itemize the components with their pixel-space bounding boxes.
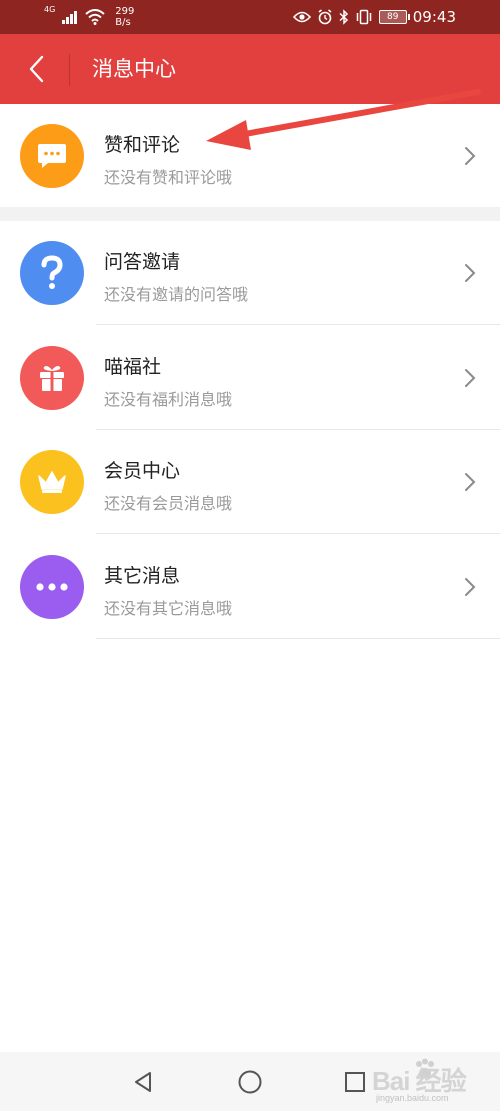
alarm-icon: [318, 9, 332, 25]
speed-unit: B/s: [115, 17, 131, 28]
item-title: 会员中心: [104, 460, 181, 482]
crown-icon: [20, 450, 84, 514]
status-right: 89 09:43: [292, 0, 456, 34]
chevron-right-icon: [465, 147, 476, 165]
question-mark-icon: [20, 241, 84, 305]
item-title: 问答邀请: [104, 251, 181, 273]
chevron-right-icon: [465, 578, 476, 596]
speed-value: 299: [115, 6, 135, 17]
network-speed: 299 B/s: [115, 6, 134, 28]
list-item-likes-comments[interactable]: 赞和评论 还没有赞和评论哦: [0, 104, 500, 208]
back-button[interactable]: [14, 49, 58, 89]
page-title: 消息中心: [92, 57, 176, 81]
nav-back-button[interactable]: [123, 1062, 163, 1102]
baidu-watermark: Bai 经验 jingyan.baidu.com: [372, 1055, 490, 1107]
chevron-left-icon: [29, 55, 44, 83]
item-title: 喵福社: [104, 356, 162, 378]
item-subtitle: 还没有福利消息哦: [104, 390, 233, 409]
section-gap: [0, 207, 500, 221]
item-title: 其它消息: [104, 565, 181, 587]
list-item-qa-invites[interactable]: 问答邀请 还没有邀请的问答哦: [0, 221, 500, 325]
eye-icon: [292, 11, 311, 23]
item-subtitle: 还没有邀请的问答哦: [104, 285, 249, 304]
chevron-right-icon: [465, 369, 476, 387]
item-subtitle: 还没有赞和评论哦: [104, 168, 233, 187]
triangle-back-icon: [135, 1072, 151, 1092]
comment-bubble-icon: [20, 124, 84, 188]
status-bar: 4G 299 B/s 89 09:43: [0, 0, 500, 34]
item-subtitle: 还没有会员消息哦: [104, 494, 233, 513]
header-divider: [69, 54, 70, 86]
network-type: 4G: [44, 5, 56, 14]
gift-icon: [20, 346, 84, 410]
watermark-url: jingyan.baidu.com: [376, 1093, 449, 1103]
vibrate-icon: [356, 9, 372, 25]
more-dots-icon: [20, 555, 84, 619]
list-item-other-messages[interactable]: 其它消息 还没有其它消息哦: [0, 535, 500, 639]
item-subtitle: 还没有其它消息哦: [104, 599, 233, 618]
square-recent-icon: [345, 1072, 365, 1092]
bluetooth-icon: [339, 9, 348, 25]
item-divider: [96, 324, 500, 325]
item-divider: [96, 533, 500, 534]
nav-home-button[interactable]: [230, 1062, 270, 1102]
status-time: 09:43: [412, 8, 456, 26]
list-item-membership[interactable]: 会员中心 还没有会员消息哦: [0, 430, 500, 534]
wifi-icon: [85, 9, 105, 25]
circle-home-icon: [238, 1070, 262, 1094]
app-header: 消息中心: [0, 34, 500, 104]
item-divider: [96, 638, 500, 639]
signal-icon: [62, 11, 78, 24]
chevron-right-icon: [465, 264, 476, 282]
item-title: 赞和评论: [104, 134, 181, 156]
nav-recent-button[interactable]: [335, 1062, 375, 1102]
status-left: 4G 299 B/s: [44, 0, 134, 34]
list-item-welfare[interactable]: 喵福社 还没有福利消息哦: [0, 326, 500, 430]
battery-indicator: 89: [378, 10, 410, 24]
chevron-right-icon: [465, 473, 476, 491]
